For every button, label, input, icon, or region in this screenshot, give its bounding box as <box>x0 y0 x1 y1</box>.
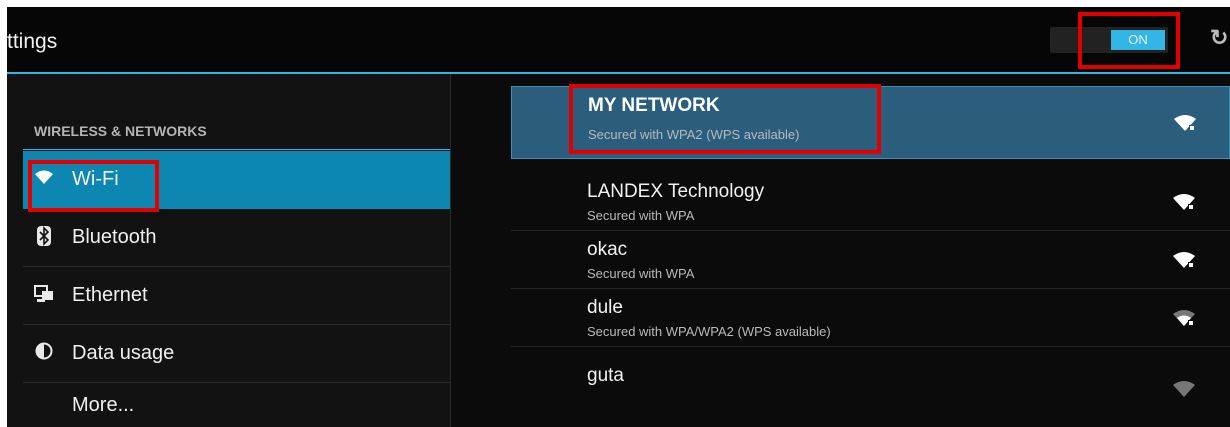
sidebar-item-label: Bluetooth <box>72 226 157 248</box>
section-header: WIRELESS & NETWORKS <box>34 123 207 139</box>
network-name: LANDEX Technology <box>587 181 765 202</box>
bluetooth-icon <box>34 226 54 248</box>
wifi-signal-icon <box>1173 194 1195 210</box>
network-security: Secured with WPA/WPA2 (WPS available) <box>587 324 831 339</box>
network-item-my-network[interactable]: MY NETWORK Secured with WPA2 (WPS availa… <box>511 84 1230 159</box>
settings-screen: ttings ON ↻ WIRELESS & NETWORKS Wi-Fi Bl… <box>7 7 1230 427</box>
highlight-box-toggle <box>1078 12 1180 69</box>
network-security: Secured with WPA <box>587 208 695 223</box>
network-item-guta[interactable]: guta <box>511 347 1230 405</box>
network-name: okac <box>587 239 628 260</box>
sidebar-item-label: Data usage <box>72 342 175 364</box>
action-bar: ttings ON ↻ <box>7 7 1230 74</box>
network-name: dule <box>587 297 623 318</box>
wifi-signal-icon <box>1173 252 1195 268</box>
network-item-dule[interactable]: dule Secured with WPA/WPA2 (WPS availabl… <box>511 289 1230 347</box>
wifi-signal-icon <box>1173 381 1195 397</box>
sidebar-item-bluetooth[interactable]: Bluetooth <box>23 209 450 267</box>
sidebar-item-label: Ethernet <box>72 284 148 306</box>
sidebar-item-label: More... <box>72 394 135 416</box>
pane-divider <box>450 74 451 427</box>
wifi-signal-icon <box>1173 310 1195 326</box>
network-list: MY NETWORK Secured with WPA2 (WPS availa… <box>511 84 1230 427</box>
network-security: Secured with WPA <box>587 266 695 281</box>
highlight-box-wifi <box>28 160 159 212</box>
sidebar-item-more[interactable]: More... <box>23 383 450 427</box>
sidebar-item-ethernet[interactable]: Ethernet <box>23 267 450 325</box>
data-usage-icon <box>34 342 54 364</box>
page-title: ttings <box>7 30 58 53</box>
network-item-okac[interactable]: okac Secured with WPA <box>511 231 1230 289</box>
network-name: guta <box>587 365 624 386</box>
section-divider <box>23 149 450 150</box>
network-item-landex[interactable]: LANDEX Technology Secured with WPA <box>511 173 1230 231</box>
ethernet-icon <box>34 284 54 306</box>
sidebar-item-data-usage[interactable]: Data usage <box>23 325 450 383</box>
settings-sidebar: WIRELESS & NETWORKS Wi-Fi Bluetooth Ethe… <box>7 74 450 427</box>
wifi-signal-icon <box>1174 115 1196 131</box>
highlight-box-network <box>569 84 881 154</box>
refresh-icon[interactable]: ↻ <box>1210 25 1228 51</box>
